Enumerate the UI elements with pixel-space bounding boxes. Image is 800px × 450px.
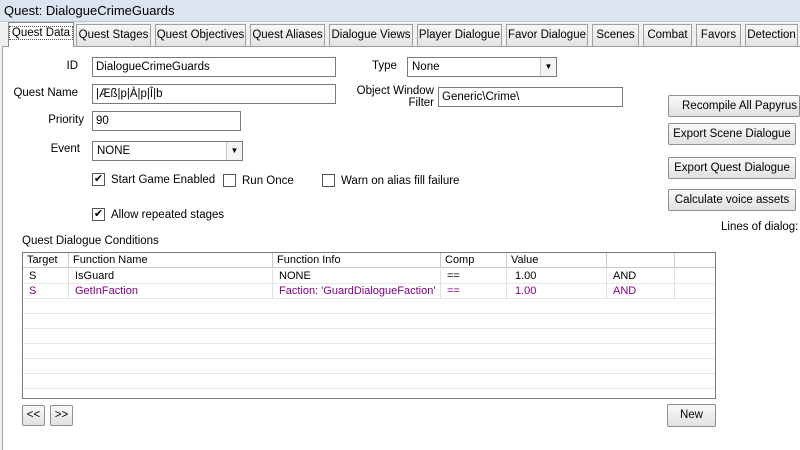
- tab-quest-data[interactable]: Quest Data: [8, 22, 74, 47]
- column-header-blank[interactable]: [607, 253, 675, 268]
- cell-value: 1.00: [507, 269, 607, 284]
- tab-scenes[interactable]: Scenes: [592, 24, 639, 46]
- type-value: None: [412, 61, 440, 73]
- column-header-function-name[interactable]: Function Name: [69, 253, 273, 268]
- chevron-down-icon[interactable]: ▼: [226, 142, 242, 160]
- cell-function-info: NONE: [273, 269, 441, 284]
- checkbox-box[interactable]: [223, 173, 236, 187]
- tab-strip: Quest Data Quest Stages Quest Objectives…: [0, 22, 800, 47]
- object-window-filter-field[interactable]: Generic\Crime\: [438, 87, 623, 107]
- priority-label: Priority: [48, 114, 84, 126]
- cell-operator: AND: [607, 284, 675, 299]
- event-value: NONE: [97, 145, 131, 157]
- window-title: Quest: DialogueCrimeGuards: [0, 0, 800, 22]
- cell-function-info: Faction: 'GuardDialogueFaction': [273, 284, 441, 299]
- table-row-empty[interactable]: [23, 329, 715, 344]
- cell-target: S: [23, 284, 69, 299]
- prev-condition-button[interactable]: <<: [22, 405, 45, 426]
- tab-quest-aliases[interactable]: Quest Aliases: [250, 24, 325, 46]
- table-row-empty[interactable]: [23, 374, 715, 389]
- tab-combat[interactable]: Combat: [643, 24, 692, 46]
- id-field[interactable]: DialogueCrimeGuards: [92, 57, 336, 77]
- allow-repeated-stages-checkbox[interactable]: ✔ Allow repeated stages: [92, 207, 225, 224]
- export-scene-dialogue-button[interactable]: Export Scene Dialogue: [668, 123, 796, 145]
- priority-field[interactable]: 90: [92, 111, 241, 131]
- checkbox-box[interactable]: ✔: [92, 172, 105, 186]
- cell-target: S: [23, 269, 69, 284]
- tab-label: Quest Data: [9, 26, 73, 40]
- cell-comp: ==: [441, 269, 507, 284]
- column-header-blank[interactable]: [675, 253, 715, 268]
- event-label: Event: [50, 143, 80, 155]
- column-header-target[interactable]: Target: [23, 253, 69, 268]
- filter-label-line1: Object Window: [356, 85, 434, 97]
- tab-detection[interactable]: Detection: [745, 24, 798, 46]
- cell-comp: ==: [441, 284, 507, 299]
- column-header-value[interactable]: Value: [507, 253, 607, 268]
- lines-of-dialog-label: Lines of dialog:: [721, 221, 799, 233]
- quest-name-label: Quest Name: [13, 87, 78, 99]
- tab-quest-stages[interactable]: Quest Stages: [76, 24, 151, 46]
- export-quest-dialogue-button[interactable]: Export Quest Dialogue: [668, 157, 796, 179]
- event-dropdown[interactable]: NONE ▼: [92, 141, 243, 161]
- tab-favors[interactable]: Favors: [696, 24, 741, 46]
- chevron-down-icon[interactable]: ▼: [540, 58, 556, 76]
- cell-value: 1.00: [507, 284, 607, 299]
- tab-dialogue-views[interactable]: Dialogue Views: [329, 24, 413, 46]
- conditions-table: Target Function Name Function Info Comp …: [22, 252, 716, 399]
- start-game-enabled-checkbox[interactable]: ✔ Start Game Enabled: [92, 172, 216, 189]
- filter-label-line2: Filter: [408, 97, 434, 109]
- table-header: Target Function Name Function Info Comp …: [23, 253, 715, 268]
- cell-function-name: IsGuard: [69, 269, 273, 284]
- run-once-checkbox[interactable]: Run Once: [223, 173, 294, 190]
- recompile-papyrus-button[interactable]: Recompile All Papyrus Scripts: [668, 95, 800, 117]
- checkbox-label: Warn on alias fill failure: [341, 175, 460, 187]
- table-row-empty[interactable]: [23, 299, 715, 314]
- next-condition-button[interactable]: >>: [50, 405, 73, 426]
- warn-alias-fill-checkbox[interactable]: Warn on alias fill failure: [322, 173, 460, 190]
- column-header-comp[interactable]: Comp: [441, 253, 507, 268]
- id-label: ID: [66, 60, 79, 72]
- cell-operator: AND: [607, 269, 675, 284]
- conditions-title: Quest Dialogue Conditions: [22, 235, 159, 247]
- tab-favor-dialogue[interactable]: Favor Dialogue: [506, 24, 588, 46]
- cell-blank: [675, 284, 715, 299]
- table-row-empty[interactable]: [23, 314, 715, 329]
- quest-name-field[interactable]: |Æß|p|À|p|Î|b: [92, 84, 336, 104]
- table-row-empty[interactable]: [23, 359, 715, 374]
- checkbox-label: Run Once: [242, 175, 294, 187]
- cell-function-name: GetInFaction: [69, 284, 273, 299]
- table-row-empty[interactable]: [23, 344, 715, 359]
- calculate-voice-assets-button[interactable]: Calculate voice assets: [668, 189, 796, 211]
- checkbox-box[interactable]: ✔: [92, 207, 105, 221]
- checkbox-box[interactable]: [322, 173, 335, 187]
- type-label: Type: [372, 60, 397, 72]
- table-row[interactable]: S GetInFaction Faction: 'GuardDialogueFa…: [23, 284, 715, 299]
- checkbox-label: Start Game Enabled: [111, 174, 216, 186]
- table-row[interactable]: S IsGuard NONE == 1.00 AND: [23, 269, 715, 284]
- column-header-function-info[interactable]: Function Info: [273, 253, 441, 268]
- object-window-filter-label: Object Window Filter: [355, 85, 434, 109]
- cell-blank: [675, 269, 715, 284]
- tab-quest-objectives[interactable]: Quest Objectives: [155, 24, 246, 46]
- new-condition-button[interactable]: New: [667, 404, 716, 427]
- type-dropdown[interactable]: None ▼: [407, 57, 557, 77]
- checkbox-label: Allow repeated stages: [111, 209, 225, 221]
- tab-player-dialogue[interactable]: Player Dialogue: [417, 24, 502, 46]
